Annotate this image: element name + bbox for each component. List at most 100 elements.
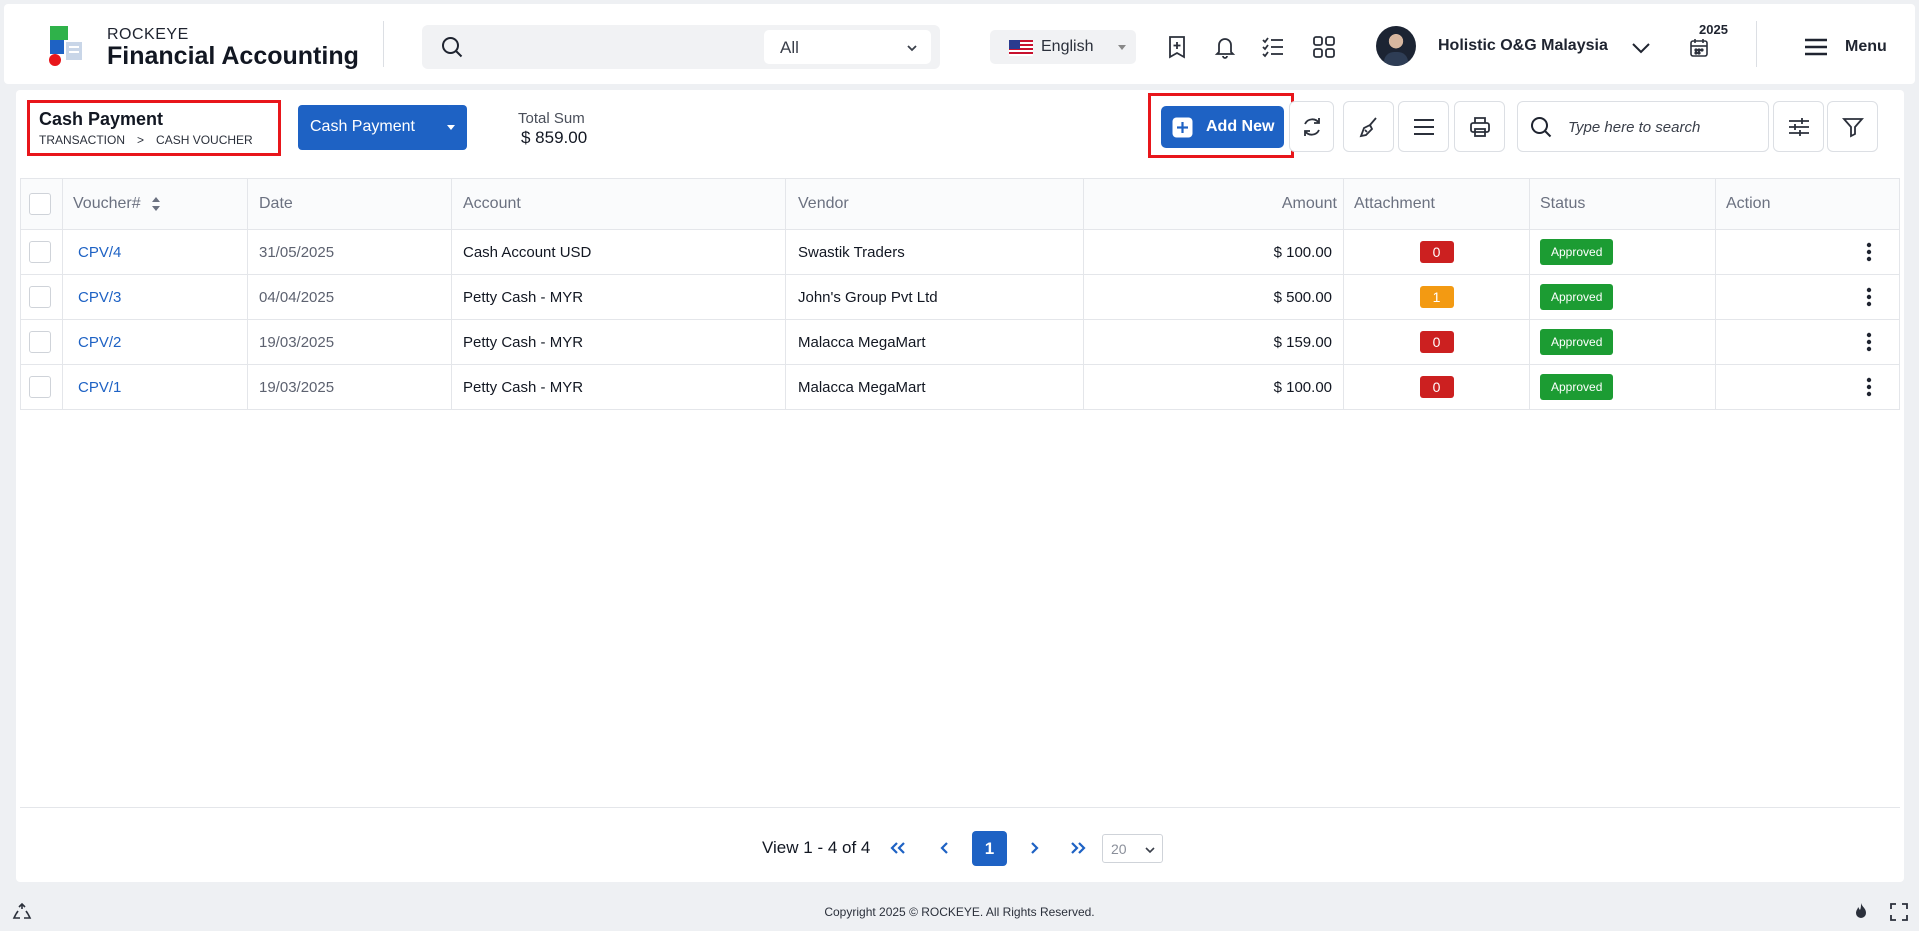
fire-icon[interactable] bbox=[1851, 902, 1871, 922]
select-all-checkbox[interactable] bbox=[29, 193, 51, 215]
current-page-button[interactable]: 1 bbox=[972, 831, 1007, 866]
apps-grid-icon[interactable] bbox=[1311, 34, 1337, 60]
column-divider bbox=[1083, 179, 1084, 229]
kebab-menu-icon[interactable] bbox=[1866, 376, 1872, 398]
attachment-count-badge[interactable]: 0 bbox=[1419, 376, 1454, 398]
kebab-menu-icon[interactable] bbox=[1866, 241, 1872, 263]
column-divider bbox=[62, 320, 63, 364]
voucher-link[interactable]: CPV/2 bbox=[78, 320, 121, 364]
column-settings-button[interactable] bbox=[1773, 101, 1824, 152]
header-date[interactable]: Date bbox=[259, 179, 293, 229]
voucher-link[interactable]: CPV/4 bbox=[78, 230, 121, 274]
table-search-input[interactable] bbox=[1568, 114, 1758, 140]
voucher-link[interactable]: CPV/3 bbox=[78, 275, 121, 319]
menu-label[interactable]: Menu bbox=[1845, 38, 1887, 56]
page-size-select[interactable]: 20 bbox=[1102, 834, 1163, 863]
status-badge: Approved bbox=[1540, 329, 1614, 355]
pagination-divider bbox=[20, 807, 1900, 808]
header-status[interactable]: Status bbox=[1540, 179, 1585, 229]
attachment-cell: 0 bbox=[1344, 365, 1529, 409]
attachment-count-badge[interactable]: 0 bbox=[1419, 331, 1454, 353]
filter-button[interactable] bbox=[1827, 101, 1878, 152]
global-search-bar[interactable]: All bbox=[422, 25, 940, 69]
header-vendor[interactable]: Vendor bbox=[798, 179, 849, 229]
header-divider bbox=[383, 21, 384, 67]
attachment-count-badge[interactable]: 0 bbox=[1419, 241, 1454, 263]
vendor-cell: Malacca MegaMart bbox=[798, 378, 926, 396]
refresh-button[interactable] bbox=[1289, 101, 1334, 152]
language-value: English bbox=[1041, 38, 1094, 55]
date-cell: 04/04/2025 bbox=[259, 288, 335, 306]
column-divider bbox=[247, 275, 248, 319]
bell-icon[interactable] bbox=[1212, 34, 1238, 60]
clear-filters-button[interactable] bbox=[1343, 101, 1394, 152]
voucher-link[interactable]: CPV/1 bbox=[78, 365, 121, 409]
fullscreen-icon[interactable] bbox=[1889, 902, 1909, 922]
search-scope-select[interactable]: All bbox=[764, 30, 931, 64]
date-cell: 19/03/2025 bbox=[259, 333, 335, 351]
last-page-icon[interactable] bbox=[1066, 836, 1090, 860]
chevron-down-icon bbox=[907, 45, 917, 52]
add-new-label: Add New bbox=[1206, 118, 1275, 135]
top-bar: ROCKEYE Financial Accounting All English bbox=[4, 4, 1915, 84]
add-new-button[interactable]: Add New bbox=[1161, 106, 1284, 148]
table-search-box[interactable] bbox=[1517, 101, 1769, 152]
column-divider bbox=[247, 179, 248, 229]
header-voucher[interactable]: Voucher# bbox=[73, 179, 161, 229]
date-cell: 31/05/2025 bbox=[259, 243, 335, 261]
language-select[interactable]: English bbox=[990, 30, 1136, 64]
column-divider bbox=[785, 230, 786, 274]
column-divider bbox=[62, 230, 63, 274]
vendor-cell: Malacca MegaMart bbox=[798, 333, 926, 351]
column-divider bbox=[451, 320, 452, 364]
row-checkbox[interactable] bbox=[29, 241, 51, 263]
rockeye-logo-icon bbox=[49, 26, 82, 66]
voucher-type-label: Cash Payment bbox=[310, 118, 415, 135]
header-attachment[interactable]: Attachment bbox=[1354, 179, 1435, 229]
header-amount[interactable]: Amount bbox=[1091, 179, 1337, 229]
row-checkbox[interactable] bbox=[29, 376, 51, 398]
column-divider bbox=[62, 179, 63, 229]
page-size-value: 20 bbox=[1111, 841, 1127, 857]
sort-icon[interactable] bbox=[151, 197, 161, 211]
table-row[interactable]: CPV/4 31/05/2025 Cash Account USD Swasti… bbox=[20, 230, 1900, 275]
chevron-down-icon[interactable] bbox=[1630, 37, 1652, 59]
prev-page-icon[interactable] bbox=[933, 836, 957, 860]
voucher-type-dropdown[interactable]: Cash Payment bbox=[298, 105, 467, 150]
row-checkbox[interactable] bbox=[29, 331, 51, 353]
row-checkbox[interactable] bbox=[29, 286, 51, 308]
refresh-icon bbox=[1304, 118, 1320, 136]
table-row[interactable]: CPV/3 04/04/2025 Petty Cash - MYR John's… bbox=[20, 275, 1900, 320]
bookmark-add-icon[interactable] bbox=[1164, 34, 1190, 60]
search-icon bbox=[442, 37, 463, 58]
column-divider bbox=[451, 230, 452, 274]
clear-broom-icon bbox=[1359, 117, 1377, 138]
column-divider bbox=[785, 179, 786, 229]
print-icon bbox=[1470, 117, 1490, 137]
column-divider bbox=[1715, 230, 1716, 274]
calendar-icon[interactable] bbox=[1688, 37, 1710, 59]
table-row[interactable]: CPV/1 19/03/2025 Petty Cash - MYR Malacc… bbox=[20, 365, 1900, 410]
attachment-count-badge[interactable]: 1 bbox=[1419, 286, 1454, 308]
breadcrumb-item-transaction[interactable]: TRANSACTION bbox=[39, 133, 125, 147]
kebab-menu-icon[interactable] bbox=[1866, 286, 1872, 308]
status-badge: Approved bbox=[1540, 374, 1614, 400]
next-page-icon[interactable] bbox=[1022, 836, 1046, 860]
kebab-menu-icon[interactable] bbox=[1866, 331, 1872, 353]
list-icon bbox=[1414, 119, 1434, 135]
first-page-icon[interactable] bbox=[886, 836, 910, 860]
breadcrumb-item-cash-voucher[interactable]: CASH VOUCHER bbox=[156, 133, 253, 147]
print-button[interactable] bbox=[1454, 101, 1505, 152]
status-cell: Approved bbox=[1540, 230, 1614, 274]
company-name[interactable]: Holistic O&G Malaysia bbox=[1438, 37, 1608, 55]
header-account[interactable]: Account bbox=[463, 179, 521, 229]
user-avatar[interactable] bbox=[1376, 26, 1416, 66]
list-view-button[interactable] bbox=[1398, 101, 1449, 152]
column-divider bbox=[1715, 365, 1716, 409]
checklist-icon[interactable] bbox=[1260, 34, 1286, 60]
column-divider bbox=[1529, 365, 1530, 409]
table-row[interactable]: CPV/2 19/03/2025 Petty Cash - MYR Malacc… bbox=[20, 320, 1900, 365]
breadcrumb: TRANSACTION > CASH VOUCHER bbox=[39, 133, 269, 147]
account-cell: Petty Cash - MYR bbox=[463, 288, 584, 306]
hamburger-menu-icon[interactable] bbox=[1804, 37, 1828, 57]
